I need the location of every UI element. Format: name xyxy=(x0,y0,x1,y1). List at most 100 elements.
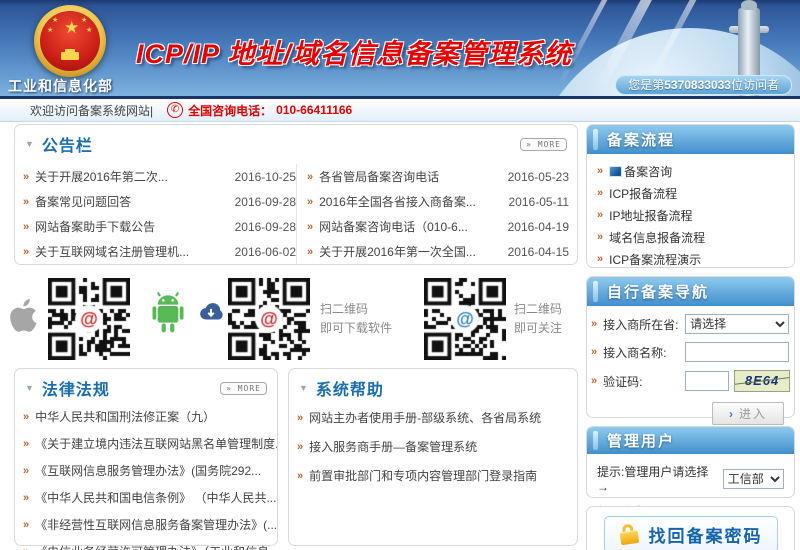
law-item-text: 《关于建立境内违法互联网站黑名单管理制度... xyxy=(35,435,277,452)
bullet-arrow-icon: » xyxy=(597,231,603,243)
bullet-arrow-icon: » xyxy=(591,318,597,330)
announcement-item: » 关于互联网域名注册管理机... 2016-06-02 xyxy=(23,239,296,264)
cloud-download-icon xyxy=(196,302,226,322)
announcement-link[interactable]: 关于互联网域名注册管理机... xyxy=(35,243,228,260)
law-item-text: 中华人民共和国刑法修正案（九） xyxy=(35,408,215,425)
announcement-link[interactable]: 关于开展2016年第一次全国... xyxy=(319,243,501,260)
lock-icon xyxy=(617,523,641,547)
help-item[interactable]: » 网站主办者使用手册-部级系统、各省局系统 xyxy=(289,403,577,432)
announcement-date: 2016-05-23 xyxy=(508,170,569,184)
header-banner: ★ ★ ★ ★ ★ 工业和信息化部 ICP/IP 地址/域名信息备案管理系统 您… xyxy=(0,0,800,99)
collapse-triangle-icon: ▼ xyxy=(25,139,34,149)
qr-caption-download: 扫二维码 即可下载软件 xyxy=(320,300,392,338)
captcha-label: 验证码: xyxy=(603,373,685,390)
announcement-date: 2016-10-25 xyxy=(235,170,296,184)
law-item[interactable]: » 中华人民共和国刑法修正案（九） xyxy=(15,403,277,430)
bullet-arrow-icon: » xyxy=(23,246,29,258)
announcements-right-column: » 各省管局备案咨询电话 2016-05-23 » 2016年全国各省接入商备案… xyxy=(296,164,569,264)
process-item-domain[interactable]: » 域名信息报备流程 xyxy=(587,226,794,248)
law-item-text: 《互联网信息服务管理办法》(国务院292... xyxy=(35,462,261,479)
announcement-link[interactable]: 网站备案咨询电话（010-6... xyxy=(319,218,501,235)
announcement-link[interactable]: 备案常见问题回答 xyxy=(35,193,228,210)
star-icon: ★ xyxy=(52,17,58,24)
national-emblem: ★ ★ ★ ★ ★ xyxy=(34,5,106,77)
qr-code-follow xyxy=(424,278,506,360)
laws-more-button[interactable]: » MORE xyxy=(220,382,267,395)
bullet-arrow-icon: » xyxy=(597,209,603,221)
filing-process-title: 备案流程 xyxy=(607,129,675,150)
self-filing-title: 自行备案导航 xyxy=(607,281,709,302)
hotline-label: 全国咨询电话： xyxy=(188,102,272,119)
law-item[interactable]: » 《非经营性互联网信息服务备案管理办法》(... xyxy=(15,511,277,538)
emblem-inner: ★ ★ ★ ★ ★ xyxy=(40,11,100,71)
admin-user-select[interactable]: 工信部 xyxy=(723,469,784,489)
captcha-row: » 验证码: 8E64 xyxy=(591,370,790,392)
help-item[interactable]: » 接入服务商手册—备案管理系统 xyxy=(289,432,577,461)
bullet-arrow-icon: » xyxy=(23,196,29,208)
announcement-link[interactable]: 2016年全国各省接入商备案... xyxy=(319,193,502,210)
process-item-demo[interactable]: » ICP备案流程演示 xyxy=(587,248,794,270)
announcements-left-column: » 关于开展2016年第二次... 2016-10-25 » 备案常见问题回答 … xyxy=(23,164,296,264)
qr-caption-line: 即可下载软件 xyxy=(320,319,392,338)
law-item[interactable]: » 《中华人民共和国电信条例》 （中华人民共... xyxy=(15,484,277,511)
bullet-arrow-icon: » xyxy=(297,470,303,482)
help-item[interactable]: » 前置审批部门和专项内容管理部门登录指南 xyxy=(289,461,577,490)
announcement-date: 2016-04-19 xyxy=(508,220,569,234)
admin-users-header: 管理用户 xyxy=(587,427,794,454)
admin-users-title: 管理用户 xyxy=(607,430,675,451)
process-item-ip[interactable]: » IP地址报备流程 xyxy=(587,204,794,226)
process-item-text: 备案咨询 xyxy=(624,163,672,180)
help-item-text: 接入服务商手册—备案管理系统 xyxy=(309,438,477,455)
bullet-arrow-icon: » xyxy=(591,346,597,358)
bullet-arrow-icon: » xyxy=(307,221,313,233)
bullet-arrow-icon: » xyxy=(307,196,313,208)
bullet-arrow-icon: » xyxy=(23,519,29,531)
lock-body xyxy=(619,530,639,545)
bullet-arrow-icon: » xyxy=(23,438,29,450)
hotline-number: 010-66411166 xyxy=(276,103,352,117)
announcement-link[interactable]: 关于开展2016年第二次... xyxy=(35,168,228,185)
enter-button[interactable]: › 进入 xyxy=(712,402,784,425)
bullet-arrow-icon: » xyxy=(307,171,313,183)
filing-process-panel: 备案流程 » 备案咨询 » ICP报备流程 » IP地址报备流程 » 域名信息报… xyxy=(586,124,795,268)
announcement-link[interactable]: 各省管局备案咨询电话 xyxy=(319,168,501,185)
filing-process-header: 备案流程 xyxy=(587,125,794,154)
announcement-item: » 2016年全国各省接入商备案... 2016-05-11 xyxy=(307,189,569,214)
ministry-label: 工业和信息化部 xyxy=(8,76,113,96)
announcement-link[interactable]: 网站备案助手下载公告 xyxy=(35,218,228,235)
announcement-date: 2016-09-28 xyxy=(235,195,296,209)
law-item[interactable]: » 《互联网信息服务管理办法》(国务院292... xyxy=(15,457,277,484)
visitor-suffix: 位访问者 xyxy=(731,78,779,92)
bullet-arrow-icon: » xyxy=(23,221,29,233)
self-filing-panel: 自行备案导航 » 接入商所在省: 请选择 » 接入商名称: » 验证码: 8E6… xyxy=(586,276,795,418)
recover-password-panel: 找回备案密码 xyxy=(586,506,795,550)
help-title: 系统帮助 xyxy=(316,376,384,400)
announcement-item: » 关于开展2016年第一次全国... 2016-04-15 xyxy=(307,239,569,264)
announcements-title: 公告栏 xyxy=(42,132,93,156)
process-item-consult[interactable]: » 备案咨询 xyxy=(587,160,794,182)
bullet-arrow-icon: » xyxy=(23,546,29,550)
process-item-icp[interactable]: » ICP报备流程 xyxy=(587,182,794,204)
announcement-date: 2016-04-15 xyxy=(508,245,569,259)
star-icon: ★ xyxy=(81,17,87,24)
help-panel: ▼ 系统帮助 » 网站主办者使用手册-部级系统、各省局系统 » 接入服务商手册—… xyxy=(288,368,578,546)
law-item[interactable]: » 《关于建立境内违法互联网站黑名单管理制度... xyxy=(15,430,277,457)
bullet-arrow-icon: » xyxy=(597,253,603,265)
admin-hint-text: 提示:管理用户请选择→ xyxy=(597,463,719,494)
bullet-arrow-icon: » xyxy=(297,412,303,424)
isp-name-input[interactable] xyxy=(685,342,789,362)
help-item-text: 前置审批部门和专项内容管理部门登录指南 xyxy=(309,467,537,484)
page: ★ ★ ★ ★ ★ 工业和信息化部 ICP/IP 地址/域名信息备案管理系统 您… xyxy=(0,0,800,550)
captcha-image[interactable]: 8E64 xyxy=(734,370,790,392)
announcement-item: » 各省管局备案咨询电话 2016-05-23 xyxy=(307,164,569,189)
announcements-more-button[interactable]: » MORE xyxy=(520,138,567,151)
law-item[interactable]: » 《电信业务经营许可管理办法》（工业和信息... xyxy=(15,538,277,550)
recover-password-button[interactable]: 找回备案密码 xyxy=(604,516,778,550)
captcha-input[interactable] xyxy=(685,371,729,391)
process-item-text: ICP备案流程演示 xyxy=(609,251,701,268)
province-select[interactable]: 请选择 xyxy=(685,314,789,334)
laws-title: 法律法规 xyxy=(42,376,110,400)
bullet-arrow-icon: » xyxy=(23,171,29,183)
announcement-item: » 备案常见问题回答 2016-09-28 xyxy=(23,189,296,214)
admin-hint-row: 提示:管理用户请选择→ 工信部 xyxy=(597,463,784,494)
